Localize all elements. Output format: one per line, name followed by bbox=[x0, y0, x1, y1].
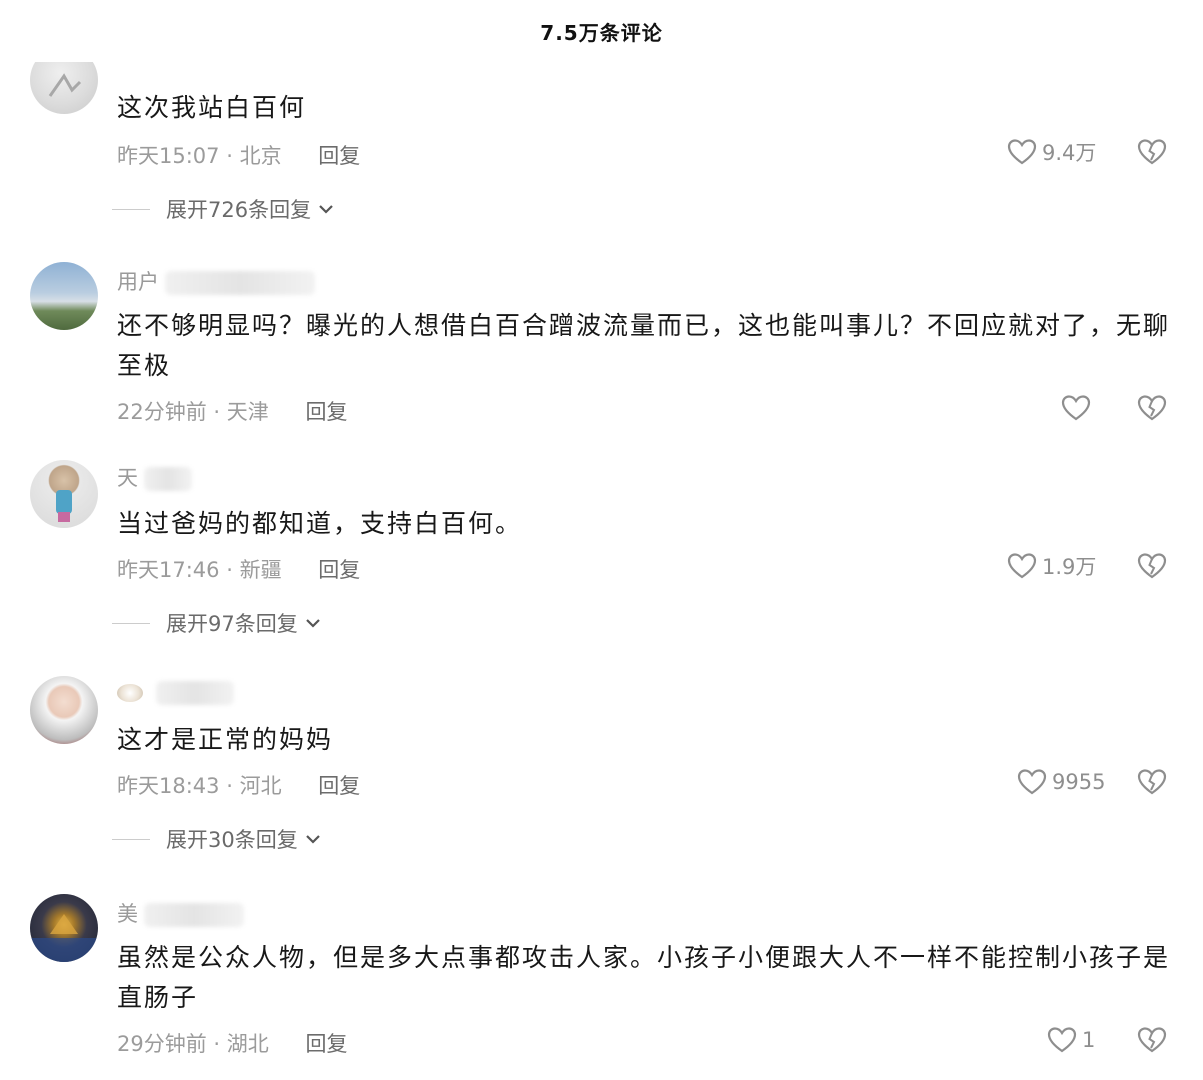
broken-heart-icon[interactable] bbox=[1136, 392, 1168, 424]
like-button[interactable]: 9955 bbox=[1016, 766, 1105, 798]
avatar[interactable] bbox=[30, 894, 98, 962]
chevron-down-icon bbox=[319, 205, 333, 214]
expand-replies-button[interactable]: 展开726条回复 bbox=[112, 194, 337, 224]
blurred-username bbox=[165, 271, 315, 295]
expand-replies-label: 展开97条回复 bbox=[166, 612, 298, 636]
comment-meta: 昨天18:43 · 河北 回复 bbox=[117, 774, 361, 798]
comment-text: 虽然是公众人物，但是多大点事都攻击人家。小孩子小便跟大人不一样不能控制小孩子是直… bbox=[117, 943, 1171, 1012]
like-button[interactable]: 1.9万 bbox=[1006, 550, 1096, 582]
avatar[interactable] bbox=[30, 676, 98, 744]
comment-time: 29分钟前 bbox=[117, 1032, 207, 1056]
shell-icon bbox=[117, 684, 143, 702]
comment-meta: 29分钟前 · 湖北 回复 bbox=[117, 1032, 348, 1056]
like-count: 9955 bbox=[1052, 770, 1106, 794]
avatar[interactable] bbox=[30, 460, 98, 528]
broken-heart-icon[interactable] bbox=[1136, 1024, 1168, 1056]
blurred-username bbox=[144, 903, 244, 927]
like-count: 1 bbox=[1082, 1028, 1096, 1052]
comment-meta: 昨天17:46 · 新疆 回复 bbox=[117, 558, 361, 582]
reply-button[interactable]: 回复 bbox=[318, 558, 360, 582]
broken-heart-icon[interactable] bbox=[1136, 766, 1168, 798]
like-button[interactable]: 9.4万 bbox=[1006, 136, 1096, 168]
comment-time: 22分钟前 bbox=[117, 400, 207, 424]
expand-replies-label: 展开726条回复 bbox=[166, 198, 312, 222]
reply-button[interactable]: 回复 bbox=[305, 400, 347, 424]
comment-text: 当过爸妈的都知道，支持白百何。 bbox=[117, 509, 523, 538]
divider bbox=[112, 838, 150, 840]
comment-location: 新疆 bbox=[239, 558, 282, 582]
like-count: 9.4万 bbox=[1042, 141, 1097, 165]
comment-meta: 昨天15:07 · 北京 回复 bbox=[117, 144, 361, 168]
comment-location: 天津 bbox=[226, 400, 269, 424]
comment-meta: 22分钟前 · 天津 回复 bbox=[117, 400, 348, 424]
comments-header: 7.5万条评论 bbox=[0, 0, 1203, 62]
reply-button[interactable]: 回复 bbox=[318, 774, 360, 798]
broken-heart-icon[interactable] bbox=[1136, 550, 1168, 582]
comment-location: 北京 bbox=[239, 144, 282, 168]
comment-text: 这次我站白百何 bbox=[117, 93, 307, 122]
reply-button[interactable]: 回复 bbox=[318, 144, 360, 168]
comment-username: 天 bbox=[117, 462, 192, 492]
comment-username: 用户 bbox=[117, 266, 315, 296]
expand-replies-label: 展开30条回复 bbox=[166, 828, 298, 852]
broken-heart-icon[interactable] bbox=[1136, 136, 1168, 168]
avatar[interactable] bbox=[30, 262, 98, 330]
heart-outline-icon bbox=[1061, 395, 1091, 421]
comment-username bbox=[117, 680, 234, 705]
comment-time: 昨天15:07 bbox=[117, 144, 220, 168]
chevron-down-icon bbox=[305, 835, 320, 844]
expand-replies-button[interactable]: 展开30条回复 bbox=[112, 824, 324, 854]
blurred-username bbox=[144, 467, 192, 491]
comment-time: 昨天18:43 bbox=[117, 774, 220, 798]
like-count: 1.9万 bbox=[1042, 555, 1097, 579]
divider bbox=[112, 622, 150, 624]
chevron-down-icon bbox=[305, 619, 320, 628]
comment-text: 还不够明显吗？曝光的人想借白百合蹭波流量而已，这也能叫事儿？不回应就对了，无聊至… bbox=[117, 311, 1171, 380]
comment-text: 这才是正常的妈妈 bbox=[117, 725, 334, 754]
like-button[interactable] bbox=[1060, 392, 1096, 424]
comment-count-title: 7.5万条评论 bbox=[540, 20, 663, 45]
comment-location: 河北 bbox=[239, 774, 282, 798]
comment-list[interactable]: 这次我站白百何 昨天15:07 · 北京 回复 9.4万 展开726条回复 用户… bbox=[0, 62, 1203, 1080]
heart-outline-icon bbox=[1047, 1027, 1077, 1053]
heart-outline-icon bbox=[1007, 139, 1037, 165]
avatar[interactable] bbox=[30, 62, 98, 114]
heart-outline-icon bbox=[1017, 769, 1047, 795]
heart-outline-icon bbox=[1007, 553, 1037, 579]
comment-username: 美 bbox=[117, 898, 244, 928]
blurred-username bbox=[155, 681, 234, 705]
like-button[interactable]: 1 bbox=[1046, 1024, 1095, 1056]
divider bbox=[112, 208, 150, 210]
comment-location: 湖北 bbox=[226, 1032, 269, 1056]
expand-replies-button[interactable]: 展开97条回复 bbox=[112, 608, 324, 638]
comment-time: 昨天17:46 bbox=[117, 558, 220, 582]
reply-button[interactable]: 回复 bbox=[305, 1032, 347, 1056]
